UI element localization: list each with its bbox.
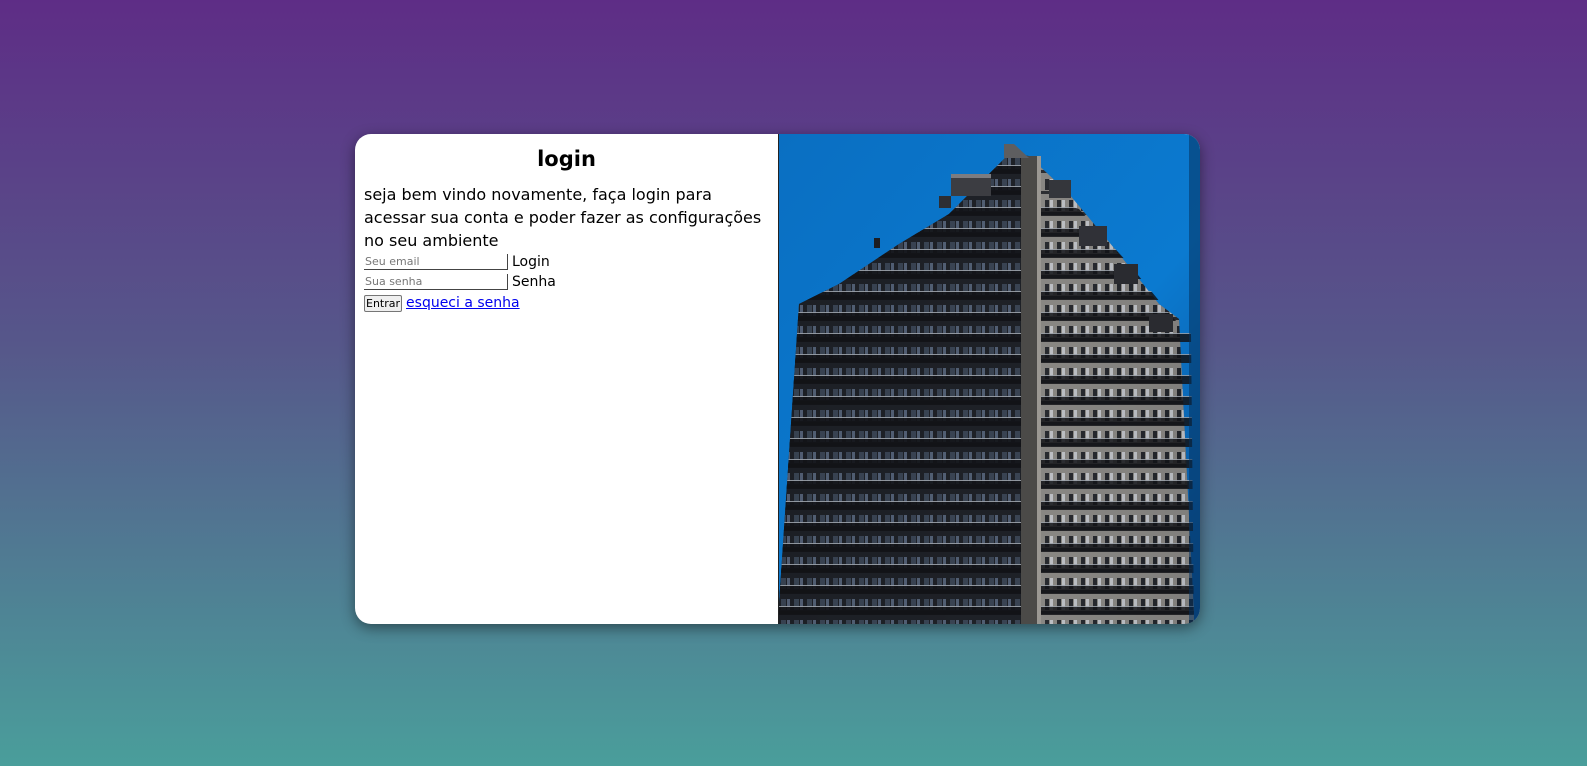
hero-image <box>778 134 1200 624</box>
welcome-text: seja bem vindo novamente, faça login par… <box>364 185 762 250</box>
password-label: Senha <box>512 274 556 290</box>
email-field[interactable] <box>364 254 508 270</box>
password-row: Senha <box>364 272 769 292</box>
forgot-password-link[interactable]: esqueci a senha <box>406 295 520 311</box>
form-actions: Entrar esqueci a senha <box>364 294 769 312</box>
password-field[interactable] <box>364 274 508 290</box>
submit-button[interactable]: Entrar <box>364 294 403 312</box>
login-panel: login seja bem vindo novamente, faça log… <box>355 134 778 624</box>
email-row: Login <box>364 252 769 272</box>
page-title: login <box>537 147 596 171</box>
login-card: login seja bem vindo novamente, faça log… <box>355 134 1200 624</box>
email-label: Login <box>512 254 550 270</box>
building-photo <box>779 134 1200 624</box>
